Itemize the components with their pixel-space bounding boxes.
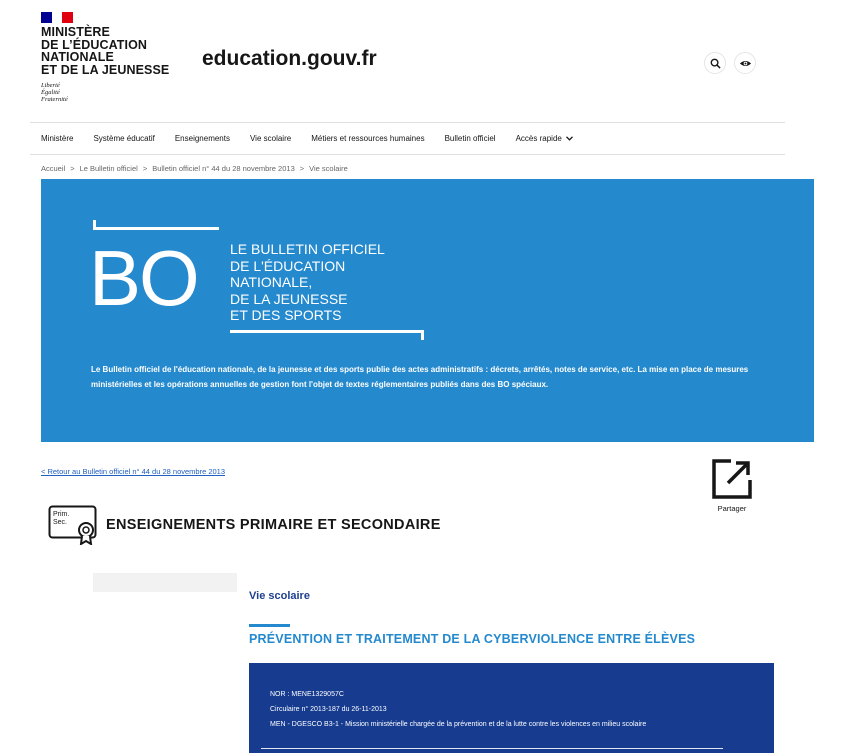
nav-item-vie-scolaire[interactable]: Vie scolaire (250, 134, 291, 143)
article-title: PRÉVENTION ET TRAITEMENT DE LA CYBERVIOL… (249, 632, 696, 646)
article-category[interactable]: Vie scolaire (249, 590, 310, 602)
nav-item-acces-rapide[interactable]: Accès rapide (516, 134, 573, 143)
bo-title: LE BULLETIN OFFICIEL DE L'ÉDUCATION NATI… (230, 241, 385, 323)
sidebar-placeholder (93, 573, 237, 592)
search-icon (710, 58, 721, 69)
nav-item-metiers[interactable]: Métiers et ressources humaines (311, 134, 424, 143)
site-title[interactable]: education.gouv.fr (202, 47, 377, 71)
breadcrumb: Accueil > Le Bulletin officiel > Bulleti… (41, 164, 348, 173)
article-info-box: NOR : MENE1329057C Circulaire n° 2013-18… (249, 663, 774, 753)
breadcrumb-home[interactable]: Accueil (41, 164, 65, 173)
certificate-icon: Prim. Sec. (48, 505, 97, 545)
banner-description: Le Bulletin officiel de l'éducation nati… (91, 365, 749, 389)
article-title-rule (249, 624, 290, 627)
breadcrumb-separator: > (142, 164, 148, 173)
republic-flag-logo (41, 12, 74, 23)
bo-frame-line (230, 330, 424, 333)
nav-item-bulletin-officiel[interactable]: Bulletin officiel (445, 134, 496, 143)
accessibility-button[interactable] (734, 52, 756, 74)
breadcrumb-issue[interactable]: Bulletin officiel n° 44 du 28 novembre 2… (152, 164, 295, 173)
republic-motto: Liberté Égalité Fraternité (41, 82, 68, 103)
bo-frame-corner (421, 330, 424, 340)
section-icon-label-2: Sec. (53, 519, 67, 526)
chevron-down-icon (565, 136, 573, 141)
bo-logo-text: BO (89, 234, 200, 322)
article-circulaire: Circulaire n° 2013-187 du 26-11-2013 (270, 706, 387, 713)
eye-icon (739, 60, 751, 66)
breadcrumb-bulletin[interactable]: Le Bulletin officiel (80, 164, 138, 173)
nav-item-ministere[interactable]: Ministère (41, 134, 73, 143)
bo-frame-line (93, 227, 219, 230)
share-button[interactable]: Partager (709, 458, 755, 513)
section-icon-label-1: Prim. (53, 511, 69, 518)
nav-item-systeme-educatif[interactable]: Système éducatif (93, 134, 154, 143)
section-title: ENSEIGNEMENTS PRIMAIRE ET SECONDAIRE (106, 517, 441, 533)
share-label: Partager (717, 504, 747, 513)
bo-banner: BO LE BULLETIN OFFICIEL DE L'ÉDUCATION N… (41, 179, 814, 442)
breadcrumb-separator: > (299, 164, 305, 173)
back-to-bulletin-link[interactable]: < Retour au Bulletin officiel n° 44 du 2… (41, 467, 225, 476)
nav-item-enseignements[interactable]: Enseignements (175, 134, 230, 143)
breadcrumb-separator: > (70, 164, 75, 173)
nav-item-acces-rapide-label: Accès rapide (515, 134, 562, 143)
ministry-name[interactable]: MINISTÈRE DE L’ÉDUCATION NATIONALE ET DE… (41, 26, 169, 76)
share-icon (712, 459, 752, 499)
search-button[interactable] (704, 52, 726, 74)
article-service: MEN - DGESCO B3-1 - Mission ministériell… (270, 721, 647, 728)
info-divider (261, 748, 723, 749)
main-nav: Ministère Système éducatif Enseignements… (30, 122, 785, 155)
article-nor: NOR : MENE1329057C (270, 691, 344, 698)
site-header: MINISTÈRE DE L’ÉDUCATION NATIONALE ET DE… (0, 0, 845, 122)
breadcrumb-current: Vie scolaire (309, 164, 348, 173)
